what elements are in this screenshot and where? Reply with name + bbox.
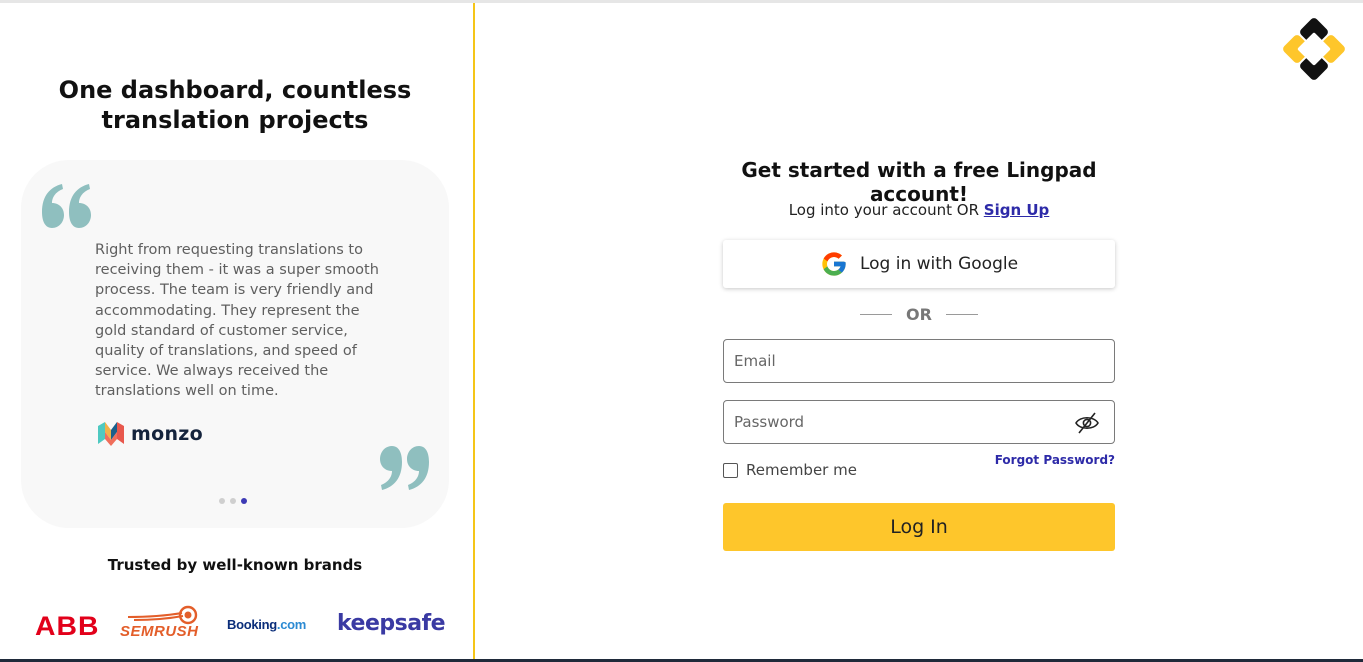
testimonial-card: Right from requesting translations to re… (21, 160, 449, 528)
carousel-dots (219, 498, 247, 504)
remember-me-checkbox[interactable] (723, 462, 738, 478)
login-subtext-label: Log into your account OR (788, 201, 979, 219)
booking-tld: .com (276, 617, 307, 632)
google-login-label: Log in with Google (859, 254, 1019, 274)
open-quote-icon (42, 184, 91, 228)
or-line-right (945, 313, 978, 315)
brand-logos: ABB SEMRUSH Booking.com keepsafe (35, 605, 455, 645)
or-separator: OR (723, 304, 1115, 324)
email-input[interactable] (724, 340, 1114, 382)
keepsafe-logo: keepsafe (337, 611, 446, 636)
carousel-dot-3-active[interactable] (241, 498, 247, 504)
monzo-wordmark: monzo (131, 423, 203, 445)
login-button[interactable]: Log In (723, 503, 1115, 551)
signup-link[interactable]: Sign Up (984, 201, 1050, 219)
semrush-wordmark: SEMRUSH (120, 623, 199, 640)
close-quote-icon (380, 446, 429, 490)
booking-logo: Booking.com (227, 617, 306, 632)
eye-slash-icon[interactable] (1074, 411, 1100, 435)
password-field-wrapper (723, 400, 1115, 444)
testimonial-quote: Right from requesting translations to re… (95, 242, 379, 400)
testimonial-panel: One dashboard, countless translation pro… (0, 3, 473, 659)
abb-logo: ABB (35, 611, 100, 641)
remember-me[interactable]: Remember me (723, 461, 857, 479)
remember-me-label: Remember me (746, 461, 857, 479)
or-text: OR (906, 304, 932, 324)
or-line-left (860, 313, 893, 315)
login-subtext: Log into your account OR Sign Up (723, 201, 1115, 219)
password-input[interactable] (724, 401, 1114, 443)
carousel-dot-1[interactable] (219, 498, 225, 504)
panel-divider (473, 3, 475, 659)
lingpad-logo-icon[interactable] (1280, 15, 1348, 83)
login-heading: Get started with a free Lingpad account! (741, 158, 1097, 206)
forgot-password-link[interactable]: Forgot Password? (995, 453, 1115, 467)
google-login-button[interactable]: Log in with Google (723, 240, 1115, 288)
google-icon (822, 252, 846, 276)
monzo-logo: monzo (97, 422, 203, 446)
trusted-heading: Trusted by well-known brands (107, 556, 363, 574)
email-field-wrapper (723, 339, 1115, 383)
carousel-dot-2[interactable] (230, 498, 236, 504)
booking-wordmark: Booking (227, 617, 277, 632)
panel-title: One dashboard, countless translation pro… (58, 76, 412, 134)
monzo-m-icon (98, 422, 124, 446)
semrush-logo: SEMRUSH (120, 605, 215, 645)
